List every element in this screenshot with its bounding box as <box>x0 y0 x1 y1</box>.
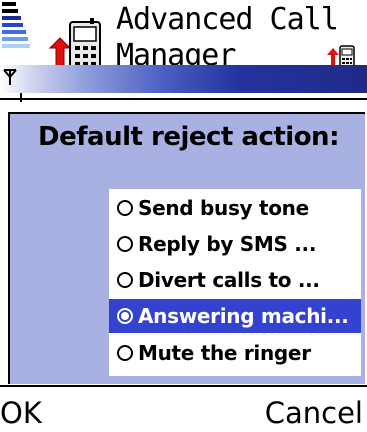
dialog-title: Default reject action: <box>38 122 339 152</box>
ok-softkey[interactable]: OK <box>0 396 42 430</box>
radio-unselected-icon <box>117 200 133 216</box>
option-label: Send busy tone <box>138 196 309 220</box>
app-title-line1: Advanced Call <box>116 2 339 37</box>
divider <box>0 98 367 100</box>
option-divert-calls[interactable]: Divert calls to ... <box>109 263 361 297</box>
option-label: Reply by SMS ... <box>138 232 317 256</box>
cancel-softkey[interactable]: Cancel <box>265 396 363 430</box>
softkey-divider <box>0 385 367 387</box>
title-bar-gradient <box>0 65 367 93</box>
radio-unselected-icon <box>117 272 133 288</box>
option-label: Divert calls to ... <box>138 268 320 292</box>
signal-strength-icon <box>2 2 30 48</box>
options-list: Send busy tone Reply by SMS ... Divert c… <box>109 189 361 376</box>
option-label: Mute the ringer <box>138 341 311 365</box>
radio-selected-icon <box>117 308 133 324</box>
antenna-icon <box>3 69 17 85</box>
radio-unselected-icon <box>117 345 133 361</box>
option-send-busy-tone[interactable]: Send busy tone <box>109 191 361 225</box>
radio-unselected-icon <box>117 236 133 252</box>
option-label: Answering machi... <box>138 304 349 328</box>
option-mute-ringer[interactable]: Mute the ringer <box>109 336 361 370</box>
option-reply-by-sms[interactable]: Reply by SMS ... <box>109 227 361 261</box>
option-answering-machine[interactable]: Answering machi... <box>109 299 361 333</box>
